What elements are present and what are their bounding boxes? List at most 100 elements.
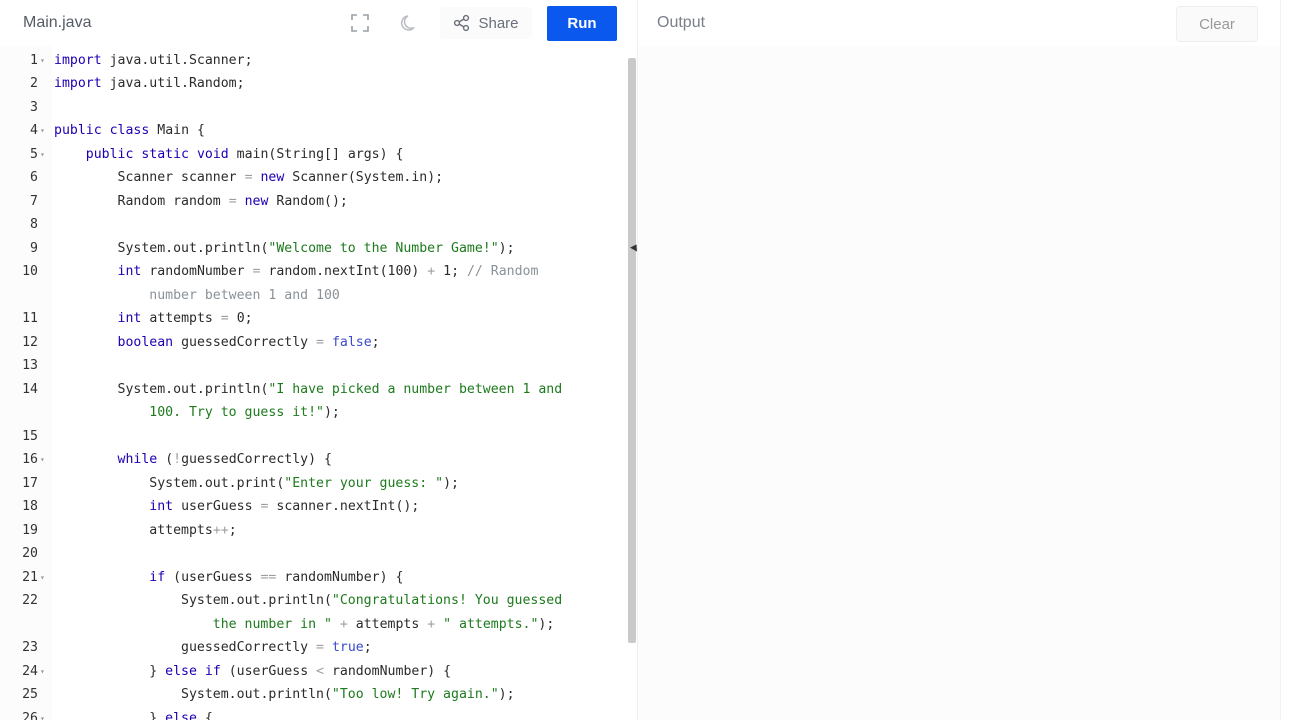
run-button[interactable]: Run [547,6,617,41]
code-text: number between 1 and 100 [149,287,340,303]
code-line[interactable]: 25 System.out.println("Too low! Try agai… [0,683,628,707]
line-number: 5 [30,146,38,162]
line-number: 3 [30,99,38,115]
code-line[interactable]: 22 System.out.println("Congratulations! … [0,589,628,613]
code-line[interactable]: the number in " + attempts + " attempts.… [0,613,628,637]
code-line[interactable]: 7 Random random = new Random(); [0,190,628,214]
code-line[interactable]: 15 [0,425,628,449]
line-number: 4 [30,123,38,138]
code-text: System.out.println("Welcome to the Numbe… [117,240,515,256]
code-text: 100. Try to guess it!"); [149,405,340,420]
line-number: 17 [22,475,38,491]
line-number: 21 [22,569,38,585]
line-number: 2 [30,76,38,91]
code-line[interactable]: 3 [0,96,628,120]
clear-button[interactable]: Clear [1176,6,1258,42]
code-line[interactable]: 21 ▾ if (userGuess == randomNumber) { [0,566,628,590]
line-number: 8 [30,217,38,232]
fold-toggle-icon[interactable]: ▾ [40,448,50,472]
code-text: System.out.println("Congratulations! You… [181,593,563,608]
code-line[interactable]: 11 int attempts = 0; [0,307,628,331]
code-line[interactable]: 10 int randomNumber = random.nextInt(100… [0,260,628,284]
line-number: 23 [22,640,38,655]
code-text: boolean guessedCorrectly = false; [117,334,380,350]
code-line[interactable]: 4 ▾ public class Main { [0,119,628,143]
side-edge [1280,0,1308,720]
code-text: System.out.println("Too low! Try again."… [181,687,515,702]
fold-toggle-icon[interactable]: ▾ [40,566,50,590]
line-number: 15 [22,428,38,444]
line-number: 7 [30,193,38,209]
fold-toggle-icon[interactable]: ▾ [40,660,50,684]
code-line[interactable]: 9 System.out.println("Welcome to the Num… [0,237,628,261]
code-text: if (userGuess == randomNumber) { [149,569,404,585]
code-line[interactable]: 13 [0,354,628,378]
share-icon [454,14,470,32]
code-line[interactable]: 26 ▾ } else { [0,707,628,720]
file-tab-name[interactable]: Main.java [23,14,91,32]
moon-icon[interactable] [399,12,421,34]
line-number: 16 [22,452,38,467]
code-line[interactable]: 1 ▾ import java.util.Scanner; [0,49,628,73]
line-number: 11 [22,311,38,326]
line-number: 20 [22,546,38,561]
code-line[interactable]: 16 ▾ while (!guessedCorrectly) { [0,448,628,472]
line-number: 6 [30,170,38,185]
code-line[interactable]: 23 guessedCorrectly = true; [0,636,628,660]
code-text: while (!guessedCorrectly) { [117,452,332,467]
code-text: public static void main(String[] args) { [85,146,404,162]
line-number: 24 [22,663,38,679]
code-line[interactable]: 18 int userGuess = scanner.nextInt(); [0,495,628,519]
code-text: int randomNumber = random.nextInt(100) +… [117,264,539,279]
code-line[interactable]: 24 ▾ } else if (userGuess < randomNumber)… [0,660,628,684]
fullscreen-icon[interactable] [349,12,371,34]
code-text: attempts++; [149,522,237,538]
code-text: Scanner scanner = new Scanner(System.in)… [117,170,444,185]
line-number: 13 [22,358,38,373]
code-text: int attempts = 0; [117,311,253,326]
line-number: 14 [22,381,38,397]
line-number: 22 [22,593,38,608]
code-line[interactable]: 8 [0,213,628,237]
code-line[interactable]: 14 System.out.println("I have picked a n… [0,378,628,402]
code-text: guessedCorrectly = true; [181,640,372,655]
code-text: } else if (userGuess < randomNumber) { [149,663,452,679]
fold-toggle-icon[interactable]: ▾ [40,143,50,167]
fold-toggle-icon[interactable]: ▾ [40,119,50,143]
line-number: 10 [22,264,38,279]
code-text: the number in " + attempts + " attempts.… [212,616,555,632]
code-text: import java.util.Random; [54,76,245,91]
code-line[interactable]: number between 1 and 100 [0,284,628,308]
line-number: 26 [22,710,38,720]
code-text: System.out.print("Enter your guess: "); [149,475,459,491]
line-number: 18 [22,499,38,514]
code-line[interactable]: 2 import java.util.Random; [0,72,628,96]
code-line[interactable]: 17 System.out.print("Enter your guess: "… [0,472,628,496]
line-number: 25 [22,687,38,702]
editor-toolbar: Main.java Share Run Output Clear [0,0,1280,46]
code-text: int userGuess = scanner.nextInt(); [149,499,420,514]
line-number: 1 [30,52,38,68]
code-text: System.out.println("I have picked a numb… [117,381,563,397]
code-editor[interactable]: 1 ▾ import java.util.Scanner; 2 import java.… [0,46,628,720]
code-line[interactable]: 20 [0,542,628,566]
output-title: Output [657,14,706,31]
share-label: Share [478,14,519,32]
code-line[interactable]: 12 boolean guessedCorrectly = false; [0,331,628,355]
line-number: 12 [22,334,38,350]
code-line[interactable]: 6 Scanner scanner = new Scanner(System.i… [0,166,628,190]
code-line[interactable]: 100. Try to guess it!"); [0,401,628,425]
output-panel [638,46,1280,720]
share-button[interactable]: Share [440,7,532,39]
fold-toggle-icon[interactable]: ▾ [40,49,50,73]
code-text: import java.util.Scanner; [54,52,253,68]
code-text: } else { [149,710,213,720]
line-number: 19 [22,522,38,538]
editor-scrollbar[interactable] [628,58,636,643]
code-line[interactable]: 19 attempts++; [0,519,628,543]
code-text: Random random = new Random(); [117,193,348,209]
fold-toggle-icon[interactable]: ▾ [40,707,50,720]
line-number: 9 [30,240,38,256]
code-text: public class Main { [54,123,205,138]
code-line[interactable]: 5 ▾ public static void main(String[] args… [0,143,628,167]
